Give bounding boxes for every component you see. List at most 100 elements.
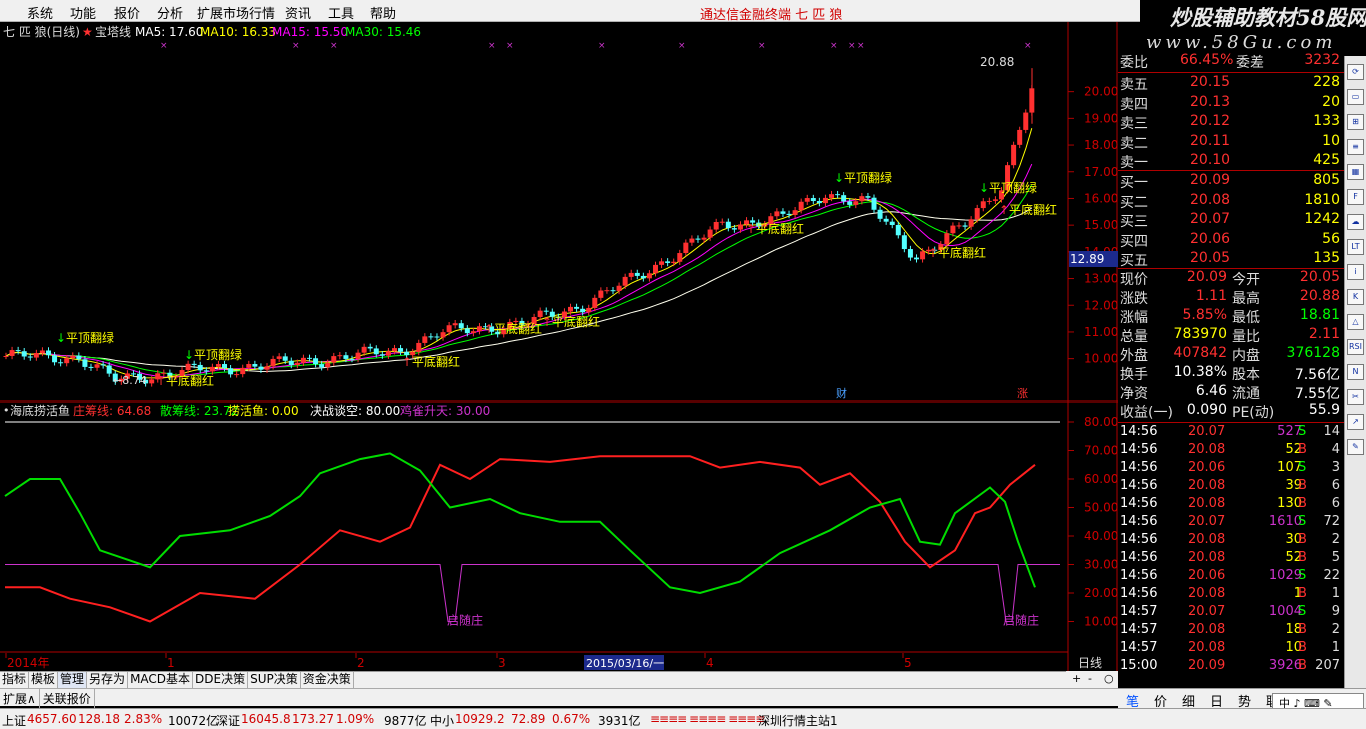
lt-icon[interactable]: LT	[1347, 239, 1364, 255]
candle-body	[871, 197, 877, 210]
candle-body	[282, 356, 288, 361]
menu-tools[interactable]: 工具	[328, 3, 354, 22]
zoom-in-button[interactable]: +	[1072, 672, 1081, 685]
trade-time: 14:56	[1120, 532, 1158, 547]
candle-body	[829, 194, 835, 198]
bottom-flip-label: 平底翻红	[494, 321, 542, 336]
tab-dde[interactable]: DDE决策	[193, 672, 249, 688]
trade-side: B	[1298, 478, 1307, 493]
candle-body	[707, 229, 713, 238]
bid-row: 买三 20.07 1242	[1118, 211, 1344, 230]
tab-extend[interactable]: 扩展∧	[0, 689, 40, 708]
candle-body	[574, 306, 580, 309]
top-flip-arrow-icon: ↓	[56, 331, 66, 345]
rsi-icon[interactable]: RSI	[1347, 339, 1364, 355]
candle-body	[835, 194, 841, 196]
trade-side: B	[1298, 496, 1307, 511]
weibi-value: 66.45%	[1180, 52, 1234, 68]
analyze-icon[interactable]: △	[1347, 314, 1364, 330]
candle-body	[568, 306, 574, 312]
menu-function[interactable]: 功能	[70, 3, 96, 22]
ma-label: MA30: 15.46	[345, 25, 421, 39]
trade-price: 20.08	[1188, 622, 1226, 637]
candle-body	[88, 366, 94, 368]
stat-value: 20.05	[1299, 269, 1340, 285]
news-icon[interactable]: N	[1347, 364, 1364, 380]
f10-icon[interactable]: F	[1347, 189, 1364, 205]
stat-label: 内盘	[1232, 348, 1260, 364]
event-marker-icon: ×	[1024, 41, 1032, 51]
tab-fund[interactable]: 资金决策	[301, 672, 354, 688]
k-icon[interactable]: K	[1347, 289, 1364, 305]
trade-count: 207	[1315, 658, 1340, 673]
ask-price: 20.10	[1190, 152, 1231, 168]
server-name[interactable]: 深圳行情主站1	[758, 712, 838, 729]
tab-sup[interactable]: SUP决策	[248, 672, 301, 688]
menu-system[interactable]: 系统	[27, 3, 53, 22]
rise-marker: 涨	[1017, 387, 1028, 400]
trade-price: 20.08	[1188, 496, 1226, 511]
stat-label: 外盘	[1120, 348, 1148, 364]
period-label: 日线	[1078, 656, 1102, 670]
grid-icon[interactable]: ▦	[1347, 164, 1364, 180]
candle-body	[446, 325, 452, 333]
ask-label: 卖三	[1120, 116, 1148, 132]
bottom-flip-label: 平底翻红	[552, 314, 600, 329]
candle-body	[901, 235, 907, 250]
trade-price: 20.08	[1188, 550, 1226, 565]
candle-body	[185, 363, 191, 371]
high-price-label: 20.88	[980, 55, 1014, 69]
tab-manage[interactable]: 管理	[58, 672, 88, 688]
event-marker-icon: ×	[160, 41, 168, 51]
window-icon[interactable]: ▭	[1347, 89, 1364, 105]
trade-count: 5	[1331, 550, 1340, 565]
candle-body	[968, 219, 974, 227]
indicator-tick-label: 30.00	[1084, 558, 1118, 572]
chart-icon[interactable]: ⊞	[1347, 114, 1364, 130]
menu-extended-market[interactable]: 扩展市场行情	[197, 3, 275, 22]
candle-body	[94, 364, 100, 368]
cloud-icon[interactable]: ☁	[1347, 214, 1364, 230]
candle-body	[701, 237, 707, 240]
menu-help[interactable]: 帮助	[370, 3, 396, 22]
candle-body	[337, 355, 343, 357]
kline-chart[interactable]: 七 匹 狼(日线) ★ 宝塔线 MA5: 17.60MA10: 16.33MA15: …	[0, 22, 1118, 402]
stat-label: 最高	[1232, 291, 1260, 307]
stat-label: 总量	[1120, 329, 1148, 345]
candle-body	[616, 285, 622, 291]
candle-body	[859, 196, 865, 202]
tab-save-as[interactable]: 另存为	[87, 672, 129, 688]
info-icon[interactable]: i	[1347, 264, 1364, 280]
pencil-icon[interactable]: ✎	[1347, 439, 1364, 455]
menu-quote[interactable]: 报价	[114, 3, 140, 22]
trade-row: 14:56 20.06 1029 S 22	[1118, 568, 1344, 587]
status-bar: 上证 4657.60 128.18 2.83% 10072亿 深证 16045.…	[0, 708, 1366, 729]
tab-indicator[interactable]: 指标	[0, 672, 30, 688]
volume-ticker-icon: ≡≡≡≡ ≡≡≡≡ ≡≡≡≡	[650, 712, 765, 726]
candle-body	[300, 357, 306, 363]
stat-label: 收益(一)	[1120, 405, 1173, 421]
indicator-value-label: 捞活鱼: 0.00	[228, 404, 299, 418]
refresh-icon[interactable]: ⟳	[1347, 64, 1364, 80]
candle-body	[270, 358, 276, 367]
indicator-chart[interactable]: • 海底捞活鱼 庄筹线: 64.68 散筹线: 23.72捞活鱼: 0.00 决战谈空:…	[0, 402, 1118, 671]
zx-pct: 0.67%	[552, 712, 591, 726]
tab-macd[interactable]: MACD基本	[128, 672, 194, 688]
menu-analysis[interactable]: 分析	[157, 3, 183, 22]
zoom-out-button[interactable]: -	[1088, 672, 1092, 685]
list-icon[interactable]: ≡	[1347, 139, 1364, 155]
tab-template[interactable]: 模板	[29, 672, 59, 688]
candle-body	[580, 308, 586, 313]
stat-value: 783970	[1173, 326, 1227, 342]
candle-body	[713, 222, 719, 230]
bottom-flip-arrow-icon: ↑	[928, 246, 938, 260]
arrow-icon[interactable]: ↗	[1347, 414, 1364, 430]
stat-label: 量比	[1232, 329, 1260, 345]
menu-info[interactable]: 资讯	[285, 3, 311, 22]
candle-body	[780, 211, 786, 214]
candle-body	[240, 367, 246, 375]
tab-related-quote[interactable]: 关联报价	[40, 689, 95, 708]
zoom-reset-button[interactable]: ○	[1104, 672, 1114, 685]
tool-icon[interactable]: ✂	[1347, 389, 1364, 405]
candle-body	[1023, 112, 1029, 130]
